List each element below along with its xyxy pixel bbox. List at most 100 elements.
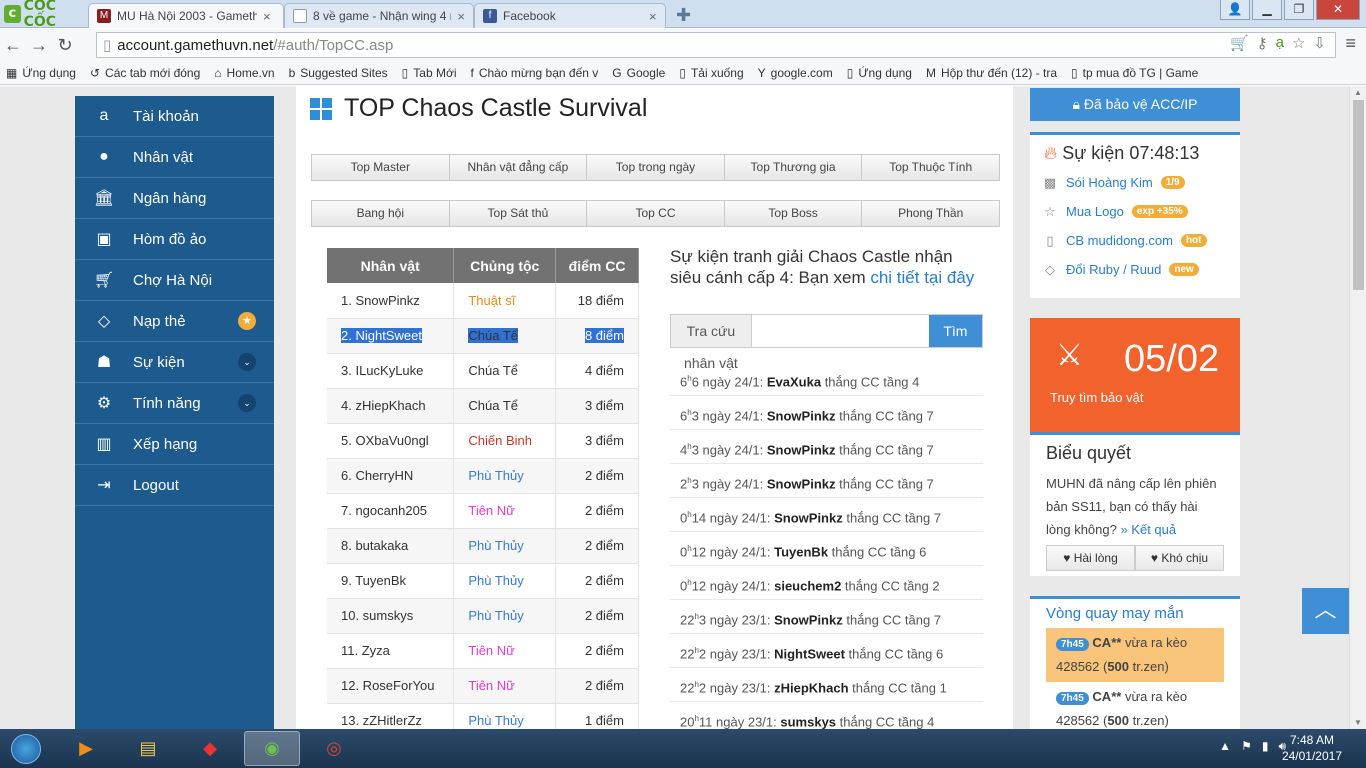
new-tab-icon[interactable]: ✚ (676, 5, 691, 26)
event-item[interactable]: ☆ Mua Logo exp +35% (1030, 197, 1240, 226)
table-row[interactable]: 1. SnowPinkz Thuật sĩ 18 điểm (327, 283, 639, 319)
ranking-tab-button[interactable]: Bang hội (311, 200, 450, 227)
coccoc-leaf-icon[interactable]: ạ (1276, 34, 1284, 52)
player-name[interactable]: 6. CherryHN (341, 468, 413, 483)
ranking-tab-button[interactable]: Top Sát thủ (448, 200, 588, 227)
browser-tab-2[interactable]: 8 về game - Nhận wing 4 n × (284, 3, 474, 28)
feed-player[interactable]: EvaXuka (767, 374, 821, 389)
coccoc-browser-icon[interactable]: ◉ (244, 731, 300, 766)
sidebar-item-4[interactable]: 🛒︎ Chợ Hà Nội (75, 260, 274, 301)
player-name[interactable]: 11. Zyza (341, 643, 390, 658)
forward-icon[interactable]: → (26, 35, 52, 56)
poll-result-link[interactable]: » Kết quả (1120, 522, 1176, 537)
ranking-tab-button[interactable]: Top Thương gia (723, 154, 863, 181)
scroll-up-icon[interactable]: ▲ (1354, 88, 1362, 97)
system-clock[interactable]: 7:48 AM 24/01/2017 (1282, 732, 1342, 764)
page-scrollbar[interactable]: ▲ ▼ (1349, 86, 1366, 729)
table-row[interactable]: 10. sumskys Phù Thủy 2 điểm (327, 598, 639, 634)
mu-game-icon[interactable]: ◆ (182, 731, 238, 766)
media-player-icon[interactable]: ▶ (58, 731, 114, 766)
feed-player[interactable]: NightSweet (774, 646, 845, 661)
event-item[interactable]: ◇ Đổi Ruby / Ruud new (1030, 255, 1240, 284)
bookmark-item[interactable]: G Google (612, 66, 665, 80)
table-row[interactable]: 5. OXbaVu0ngl Chiến Binh 3 điểm (327, 423, 639, 459)
scrollbar-thumb[interactable] (1353, 100, 1364, 290)
ranking-tab-button[interactable]: Top Boss (723, 200, 863, 227)
sidebar-item-7[interactable]: ⚙︎ Tính năng ⌄ (75, 383, 274, 424)
feed-player[interactable]: sumskys (780, 714, 836, 729)
shopping-cart-icon[interactable]: 🛒 (1230, 34, 1249, 52)
table-row[interactable]: 7. ngocanh205 Tiên Nữ 2 điểm (327, 493, 639, 529)
browser-tab-3[interactable]: f Facebook × (474, 3, 666, 28)
sidebar-item-1[interactable]: ● Nhân vật (75, 137, 274, 178)
tab-close-icon[interactable]: × (649, 9, 657, 24)
player-name[interactable]: 7. ngocanh205 (341, 503, 427, 518)
ranking-tab-button[interactable]: Nhân vật đẳng cấp (448, 154, 588, 181)
bookmark-item[interactable]: M Hộp thư đến (12) - tra (926, 66, 1057, 80)
feed-player[interactable]: TuyenBk (774, 544, 828, 559)
player-name[interactable]: 4. zHiepKhach (341, 398, 426, 413)
bookmark-item[interactable]: ▯ Tải xuống (679, 66, 743, 80)
table-row[interactable]: 8. butakaka Phù Thủy 2 điểm (327, 528, 639, 564)
bookmark-item[interactable]: ▦ Ứng dụng (6, 66, 76, 80)
back-icon[interactable]: ← (0, 35, 26, 56)
browser-tab-1[interactable]: M MU Hà Nội 2003 - Gameth × (88, 3, 284, 28)
player-name[interactable]: 9. TuyenBk (341, 573, 406, 588)
ranking-tab-button[interactable]: Top Master (311, 154, 450, 181)
feed-player[interactable]: SnowPinkz (767, 476, 836, 491)
bookmark-item[interactable]: b Suggested Sites (289, 66, 388, 80)
feed-player[interactable]: sieuchem2 (774, 578, 841, 593)
minimize-icon[interactable]: ▁ (1252, 0, 1282, 20)
sidebar-item-2[interactable]: 🏛︎ Ngân hàng (75, 178, 274, 219)
poll-satisfied-button[interactable]: ♥ Hài lòng (1046, 545, 1135, 571)
feed-player[interactable]: SnowPinkz (767, 408, 836, 423)
ranking-tab-button[interactable]: Top Thuộc Tính (861, 154, 1000, 181)
player-name[interactable]: 10. sumskys (341, 608, 413, 623)
user-icon[interactable]: 👤 (1220, 0, 1250, 20)
player-name[interactable]: 8. butakaka (341, 538, 408, 553)
scroll-to-top-button[interactable]: ︿ (1302, 588, 1349, 634)
bookmark-item[interactable]: ▯ Tab Mới (402, 66, 457, 80)
feed-player[interactable]: zHiepKhach (774, 680, 848, 695)
scroll-down-icon[interactable]: ▼ (1354, 718, 1362, 727)
table-row[interactable]: 2. NightSweet Chúa Tể 8 điểm (327, 318, 639, 354)
table-row[interactable]: 11. Zyza Tiên Nữ 2 điểm (327, 633, 639, 669)
bookmark-item[interactable]: Ygoogle.com (758, 66, 833, 80)
player-name[interactable]: 5. OXbaVu0ngl (341, 433, 429, 448)
tab-close-icon[interactable]: × (457, 9, 465, 24)
maximize-icon[interactable]: ❐ (1284, 0, 1314, 20)
sidebar-item-5[interactable]: ◇ Nạp thẻ ★ (75, 301, 274, 342)
coccoc-logo[interactable]: c CỐC CỐC (4, 0, 88, 30)
player-name[interactable]: 3. ILucKyLuke (341, 363, 423, 378)
bookmark-item[interactable]: ▯ Ứng dụng (847, 66, 912, 80)
feed-player[interactable]: SnowPinkz (767, 442, 836, 457)
bookmark-item[interactable]: ▯ tp mua đồ TG | Game (1071, 66, 1198, 80)
bookmark-item[interactable]: f Chào mừng bạn đến v (470, 66, 598, 80)
url-input[interactable]: ▯ account.gamethuvn.net/#auth/TopCC.asp (96, 32, 1336, 58)
download-icon[interactable]: ⇩ (1313, 34, 1326, 52)
close-window-icon[interactable]: ✕ (1316, 0, 1360, 20)
bookmark-item[interactable]: ↺ Các tab mới đóng (90, 66, 200, 80)
poll-unsatisfied-button[interactable]: ♥ Khó chịu (1135, 545, 1224, 571)
tray-arrow-icon[interactable]: ▲ (1219, 739, 1231, 754)
event-detail-link[interactable]: chi tiết tại đây (870, 268, 974, 287)
table-row[interactable]: 6. CherryHN Phù Thủy 2 điểm (327, 458, 639, 494)
reload-icon[interactable]: ↻ (52, 35, 78, 56)
ranking-tab-button[interactable]: Top trong ngày (586, 154, 725, 181)
mu-launcher-icon[interactable]: ◎ (306, 731, 362, 766)
player-name[interactable]: 12. RoseForYou (341, 678, 434, 693)
player-name[interactable]: 2. NightSweet (341, 328, 422, 343)
browser-menu-icon[interactable]: ≡ (1345, 33, 1356, 54)
player-name[interactable]: 13. zZHitlerZz (341, 713, 422, 728)
ranking-tab-button[interactable]: Top CC (586, 200, 725, 227)
bookmark-item[interactable]: ⌂ Home.vn (214, 66, 274, 80)
network-icon[interactable]: ▮ (1262, 739, 1269, 754)
sidebar-item-6[interactable]: ☗ Sự kiện ⌄ (75, 342, 274, 383)
event-item[interactable]: ▯ CB mudidong.com hot (1030, 226, 1240, 255)
feed-player[interactable]: SnowPinkz (774, 612, 843, 627)
file-explorer-icon[interactable]: ▤ (120, 731, 176, 766)
sidebar-item-9[interactable]: ⇥ Logout (75, 465, 274, 506)
tab-close-icon[interactable]: × (263, 9, 271, 24)
key-icon[interactable]: ⚷ (1257, 34, 1268, 52)
bookmark-star-icon[interactable]: ☆ (1292, 34, 1305, 52)
